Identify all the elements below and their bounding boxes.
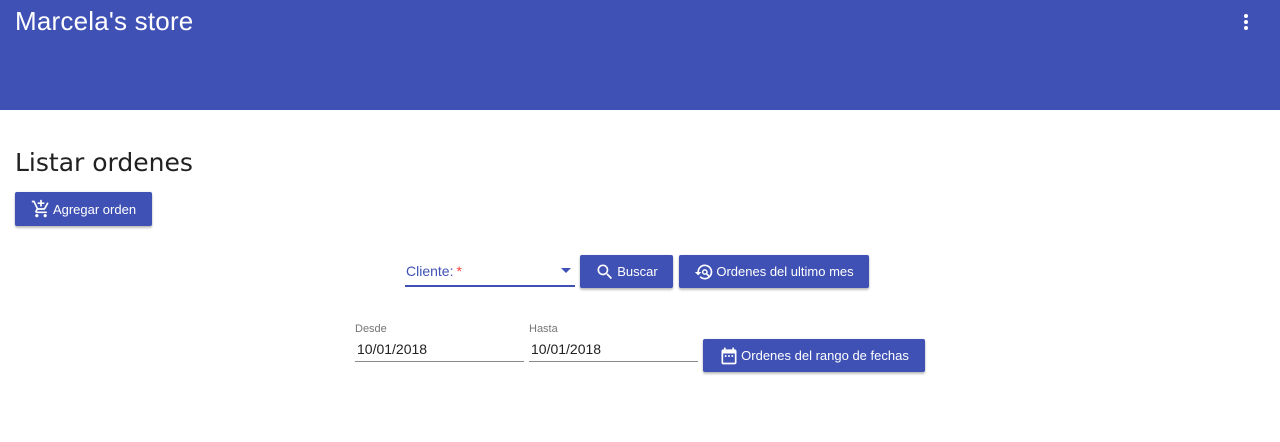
to-date-input[interactable] [529,337,698,362]
to-date-field: Hasta [529,323,698,371]
dropdown-arrow-icon [561,268,571,273]
restore-search-icon [695,264,713,279]
page-title: Listar ordenes [15,148,193,177]
from-date-label: Desde [355,323,387,335]
add-shopping-cart-icon [31,199,49,218]
add-order-label: Agregar orden [52,201,137,217]
add-order-button[interactable]: Agregar orden [15,192,152,226]
search-button[interactable]: Buscar [580,255,673,288]
required-mark: * [456,263,462,279]
more-menu-button[interactable] [1232,8,1260,36]
last-month-label: Ordenes del ultimo mes [716,264,854,279]
search-label: Buscar [617,264,658,279]
date-range-orders-button[interactable]: Ordenes del rango de fechas [703,339,925,372]
client-select-label: Cliente: * [406,263,462,279]
calendar-icon [721,347,737,364]
app-toolbar: Marcela's store [0,0,1280,110]
more-vert-icon [1244,14,1248,30]
search-icon [597,264,613,279]
from-date-input[interactable] [355,337,524,362]
client-select[interactable]: Cliente: * [405,257,575,287]
from-date-field: Desde [355,323,524,371]
app-title: Marcela's store [15,6,194,36]
last-month-orders-button[interactable]: Ordenes del ultimo mes [679,255,869,288]
to-date-label: Hasta [529,323,558,335]
range-label: Ordenes del rango de fechas [741,348,909,363]
